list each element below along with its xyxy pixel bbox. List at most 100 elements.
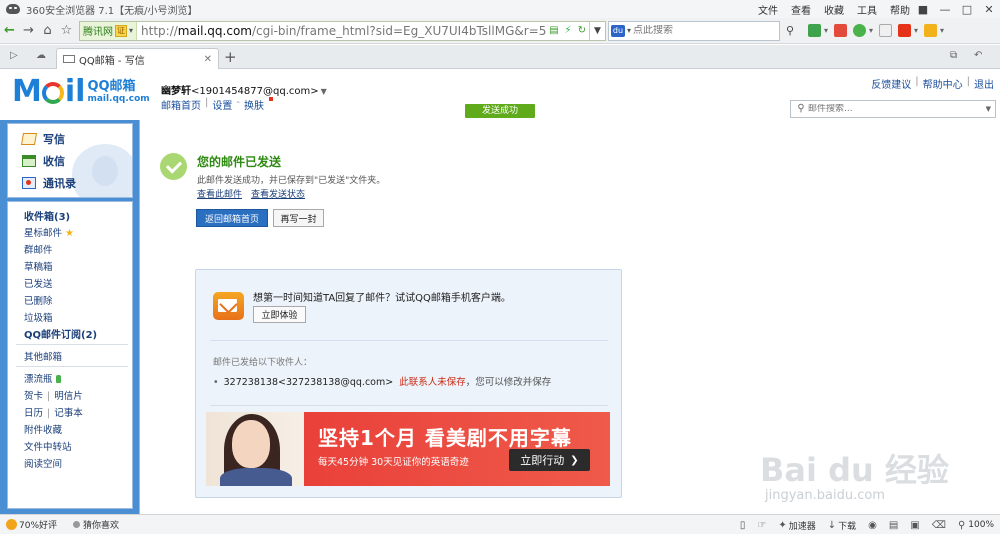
adblock-chevron-icon[interactable]: ▾ (914, 26, 918, 35)
folder-spam[interactable]: 垃圾箱 (24, 310, 53, 324)
app-card[interactable]: 贺卡 (24, 391, 43, 402)
screenshot-icon[interactable] (924, 24, 938, 37)
apps-chevron-icon[interactable]: ▾ (824, 26, 828, 35)
url-text[interactable]: http://mail.qq.com/cgi-bin/frame_html?si… (137, 24, 547, 38)
zoom-icon[interactable]: ⚲ (958, 520, 965, 531)
menu-view[interactable]: 查看 (791, 2, 811, 17)
settings-link[interactable]: 设置 (212, 97, 232, 112)
app-attachments[interactable]: 附件收藏 (24, 422, 62, 436)
feedback-link[interactable]: 反馈建议 (871, 76, 911, 91)
view-mail-link[interactable]: 查看此邮件 (197, 187, 242, 200)
translate-chevron-icon[interactable]: ▾ (869, 26, 873, 35)
contacts-button[interactable]: 通讯录 (22, 175, 76, 191)
eye-icon[interactable]: ◉ (868, 520, 877, 531)
menu-file[interactable]: 文件 (758, 2, 778, 17)
tab-qqmail[interactable]: QQ邮箱 - 写信 ✕ (56, 48, 219, 69)
close-tab-icon[interactable]: ✕ (204, 54, 212, 65)
url-history-dropdown[interactable]: ▼ (589, 21, 605, 40)
qqmail-logo[interactable]: Mil QQ邮箱 mail.qq.com (12, 74, 150, 109)
folder-other-mailboxes[interactable]: 其他邮箱 (24, 349, 62, 363)
back-button[interactable]: ← (0, 20, 19, 42)
folder-deleted[interactable]: 已删除 (24, 293, 53, 307)
panel-divider (210, 340, 608, 341)
clear-icon[interactable]: ⌫ (932, 520, 946, 531)
minimize-button[interactable]: — (934, 0, 956, 18)
adblock-icon[interactable] (898, 24, 912, 37)
mobile-icon[interactable]: ▯ (740, 520, 746, 531)
layout-icon[interactable]: ▤ (889, 520, 898, 531)
app-notes[interactable]: 记事本 (54, 408, 83, 419)
cloud-icon[interactable]: ☁ (36, 50, 46, 61)
folder-inbox[interactable]: 收件箱(3) (24, 208, 70, 223)
sidebar-toggle-icon[interactable]: ▷ (10, 50, 18, 61)
baidu-engine-icon[interactable]: du (611, 24, 625, 37)
download-label[interactable]: 下载 (838, 519, 856, 532)
menu-help[interactable]: 帮助 (890, 2, 910, 17)
app-postcard[interactable]: 明信片 (54, 391, 83, 402)
menu-icon[interactable] (879, 24, 893, 37)
tab-list-icon[interactable]: ⧉ (950, 50, 957, 61)
home-button[interactable]: ⌂ (38, 20, 57, 42)
account-chevron-icon[interactable]: ▼ (321, 87, 327, 96)
screenshot-chevron-icon[interactable]: ▾ (940, 26, 944, 35)
logout-link[interactable]: 退出 (974, 76, 994, 91)
url-bar[interactable]: 腾讯网 证 ▾ http://mail.qq.com/cgi-bin/frame… (79, 20, 606, 41)
maximize-button[interactable]: □ (956, 0, 978, 18)
search-icon[interactable]: ⚲ (794, 102, 808, 116)
ad-action-button[interactable]: 立即行动 ❯ (509, 449, 590, 471)
menu-favorites[interactable]: 收藏 (824, 2, 844, 17)
gesture-icon[interactable]: ☞ (757, 520, 766, 531)
write-another-button[interactable]: 再写一封 (273, 209, 324, 227)
engine-chevron-icon[interactable]: ▾ (627, 26, 631, 35)
ad-banner[interactable]: 坚持1个月 看美剧不用字幕 每天45分钟 30天见证你的英语奇迹 立即行动 ❯ (206, 412, 610, 486)
accelerator-icon[interactable]: ✦ (778, 520, 786, 531)
back-to-inbox-button[interactable]: 返回邮箱首页 (196, 209, 268, 227)
folder-sent[interactable]: 已发送 (24, 276, 53, 290)
close-window-button[interactable]: ✕ (978, 0, 1000, 18)
window-icon[interactable]: ▣ (910, 520, 919, 531)
undo-close-icon[interactable]: ↶ (974, 50, 982, 61)
forward-button[interactable]: → (19, 20, 38, 42)
search-icon[interactable]: ⚲ (780, 21, 800, 41)
skin-link[interactable]: 换肤 (244, 97, 264, 112)
view-status-link[interactable]: 查看发送状态 (251, 187, 305, 200)
app-calendar[interactable]: 日历 (24, 408, 43, 419)
download-icon[interactable]: ↓ (828, 520, 836, 531)
logo-letter-m: M (12, 74, 42, 109)
user-account[interactable]: 幽梦轩<1901454877@qq.com> ▼ (161, 82, 327, 97)
search-options-chevron-icon[interactable]: ▼ (986, 105, 991, 113)
receive-button[interactable]: 收信 (22, 153, 65, 169)
skin-icon[interactable]: ■ (912, 0, 934, 18)
browser-search-input[interactable] (633, 25, 779, 36)
save-contact-link[interactable]: 此联系人未保存 (399, 377, 466, 388)
mail-home-link[interactable]: 邮箱首页 (161, 97, 201, 112)
app-file-transfer[interactable]: 文件中转站 (24, 439, 72, 453)
mail-search-box[interactable]: ⚲ ▼ (790, 100, 996, 118)
site-tag[interactable]: 腾讯网 证 ▾ (80, 21, 138, 40)
folder-drafts[interactable]: 草稿箱 (24, 259, 53, 273)
folder-group[interactable]: 群邮件 (24, 242, 53, 256)
apps-icon[interactable] (808, 24, 821, 37)
reader-icon[interactable]: ▤ (547, 25, 561, 36)
new-tab-button[interactable]: + (224, 48, 237, 66)
refresh-icon[interactable]: ↻ (575, 25, 589, 36)
help-center-link[interactable]: 帮助中心 (923, 76, 963, 91)
browser-search-box[interactable]: du ▾ (608, 20, 780, 41)
rating-text[interactable]: 70%好评 (19, 518, 57, 531)
menu-tools[interactable]: 工具 (857, 2, 877, 17)
accelerator-label[interactable]: 加速器 (789, 519, 816, 532)
zoom-level[interactable]: 100% (968, 520, 994, 530)
speed-mode-icon[interactable]: ⚡ (561, 25, 575, 36)
favorite-star-icon[interactable]: ☆ (57, 20, 76, 42)
compose-label: 写信 (43, 133, 65, 146)
app-drift-bottle[interactable]: 漂流瓶 (24, 371, 61, 385)
extension-red-icon[interactable] (834, 24, 848, 37)
folder-subscriptions[interactable]: QQ邮件订阅(2) (24, 326, 97, 341)
try-now-button[interactable]: 立即体验 (253, 306, 306, 323)
translate-icon[interactable] (853, 24, 867, 37)
mail-search-input[interactable] (808, 104, 986, 114)
app-reading-space[interactable]: 阅读空间 (24, 456, 62, 470)
folder-starred[interactable]: 星标邮件 ★ (24, 225, 74, 239)
guess-text[interactable]: 猜你喜欢 (83, 518, 119, 531)
compose-button[interactable]: 写信 (20, 131, 65, 147)
